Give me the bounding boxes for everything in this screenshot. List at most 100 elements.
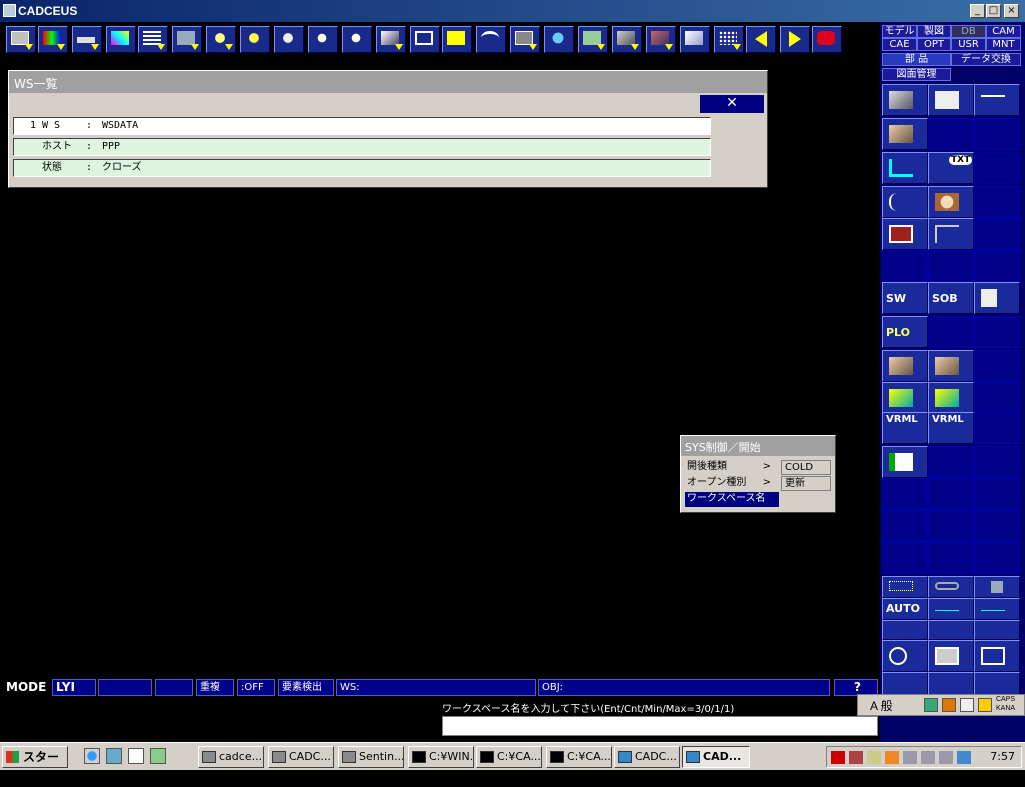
task-button[interactable]: C:¥CA... (546, 746, 612, 768)
ime-toolbar[interactable]: A 般 CAPS KANA (857, 694, 1025, 716)
stop-button[interactable] (812, 26, 842, 53)
box-button[interactable] (410, 26, 440, 53)
tray-icon[interactable] (831, 751, 845, 764)
light2-button[interactable] (240, 26, 270, 53)
prev-button[interactable] (746, 26, 776, 53)
window-button[interactable] (510, 26, 540, 53)
arc-button[interactable] (882, 186, 928, 218)
title-bar[interactable]: CADCEUS _ □ × (0, 0, 1025, 22)
tab-drafting[interactable]: 製図 (917, 25, 951, 38)
cross-button[interactable] (928, 598, 974, 620)
submenu-cold[interactable]: COLD (781, 460, 831, 475)
person-select-button[interactable] (974, 576, 1020, 598)
explorer-icon[interactable] (106, 748, 122, 764)
mesh2-button[interactable] (928, 382, 974, 414)
eraser-button[interactable] (680, 26, 710, 53)
layer-selector[interactable]: LYI (52, 679, 96, 696)
document-button[interactable] (974, 282, 1020, 314)
mode-indicator[interactable]: MODE (2, 679, 50, 696)
notepad-icon[interactable] (128, 748, 144, 764)
tray-icon[interactable] (957, 751, 971, 764)
light4-button[interactable] (308, 26, 338, 53)
pan-button[interactable] (882, 672, 928, 696)
zoom-button[interactable] (882, 640, 928, 672)
ie-icon[interactable] (84, 748, 100, 764)
ws-row[interactable]: 状態 : クローズ (13, 159, 711, 177)
chain-button[interactable] (928, 576, 974, 598)
measure-button[interactable] (928, 218, 974, 250)
shade-button[interactable] (646, 26, 676, 53)
task-button[interactable]: Sentin... (338, 746, 404, 768)
tab-cam[interactable]: CAM (986, 25, 1021, 38)
globe-button[interactable] (544, 26, 574, 53)
ws-close-button[interactable]: ✕ (700, 95, 764, 113)
task-button[interactable]: CADC... (614, 746, 680, 768)
snap2-button[interactable] (928, 620, 974, 640)
rotate-view-button[interactable] (928, 672, 974, 696)
vrml-export-button[interactable]: VRML (928, 412, 974, 444)
tab-opt[interactable]: OPT (917, 38, 951, 51)
ime-help-icon[interactable] (978, 698, 992, 712)
light5-button[interactable] (342, 26, 372, 53)
tab-drawing-management[interactable]: 図面管理 (882, 68, 951, 81)
ws-row[interactable]: 1 W S : WSDATA (13, 117, 711, 135)
close-button[interactable]: × (1004, 4, 1019, 18)
fill-button[interactable] (442, 26, 472, 53)
tab-db[interactable]: DB (951, 25, 986, 38)
app-shortcut-icon[interactable] (150, 748, 166, 764)
command-input[interactable] (442, 716, 878, 736)
grid-color-button[interactable] (106, 26, 136, 53)
parts-block-button[interactable] (882, 118, 928, 150)
next-button[interactable] (780, 26, 810, 53)
task-button[interactable]: CADC... (268, 746, 334, 768)
pen-field[interactable] (98, 679, 152, 696)
person-button[interactable] (578, 26, 608, 53)
surface-button[interactable] (612, 26, 642, 53)
ime-mode[interactable]: A 般 (870, 697, 893, 714)
network-icon[interactable] (921, 751, 935, 764)
export-e-button[interactable] (882, 446, 928, 478)
zoom-window-button[interactable] (974, 640, 1020, 672)
tools-button[interactable] (172, 26, 202, 53)
ws-list-window[interactable]: WS一覧 ✕ 1 W S : WSDATA ホスト : PPP 状態 : クロー… (8, 70, 768, 188)
auto-button[interactable]: AUTO (882, 598, 928, 620)
fit-button[interactable] (928, 640, 974, 672)
snap1-button[interactable] (882, 620, 928, 640)
snap-off-toggle[interactable]: :OFF (237, 679, 275, 696)
layer-button[interactable] (72, 26, 102, 53)
menu-item-open-kind[interactable]: オープン種別 > (685, 476, 779, 491)
network-icon[interactable] (903, 751, 917, 764)
mesh-button[interactable] (882, 382, 928, 414)
tray-icon[interactable] (885, 751, 899, 764)
lines-button[interactable] (138, 26, 168, 53)
display-button[interactable] (6, 26, 36, 53)
save-button[interactable] (882, 218, 928, 250)
dimension-button[interactable] (882, 152, 928, 184)
light-button[interactable] (206, 26, 236, 53)
ime-pad-icon[interactable] (924, 698, 938, 712)
ime-dict-icon[interactable] (960, 698, 974, 712)
maximize-button[interactable]: □ (986, 4, 1001, 18)
text-button[interactable]: TXT (928, 152, 974, 184)
model-export-button[interactable] (928, 350, 974, 382)
select-box-button[interactable] (882, 576, 928, 598)
task-button-active[interactable]: CAD... (682, 746, 750, 768)
task-button[interactable]: C:¥WIN... (408, 746, 474, 768)
overlap-toggle[interactable]: 重複 (196, 679, 234, 696)
ws-row[interactable]: ホスト : PPP (13, 138, 711, 156)
tab-cae[interactable]: CAE (882, 38, 917, 51)
tab-mnt[interactable]: MNT (986, 38, 1021, 51)
app-icon[interactable] (3, 4, 16, 17)
task-button[interactable]: C:¥CA... (476, 746, 542, 768)
start-button[interactable]: スタート (2, 746, 68, 784)
minimize-button[interactable]: _ (970, 4, 985, 18)
vrml-button[interactable]: VRML (882, 412, 928, 444)
tab-data-exchange[interactable]: データ交換 (951, 53, 1021, 66)
render-button[interactable] (376, 26, 406, 53)
sys-control-menu[interactable]: SYS制御／開始 開後種類 > オープン種別 > ワークスペース名 COLD 更新 (680, 435, 836, 513)
color-button[interactable] (38, 26, 68, 53)
tab-parts[interactable]: 部 品 (882, 53, 951, 66)
dots-button[interactable] (714, 26, 744, 53)
rotate-button[interactable] (476, 26, 506, 53)
pen-icon[interactable] (849, 751, 863, 764)
